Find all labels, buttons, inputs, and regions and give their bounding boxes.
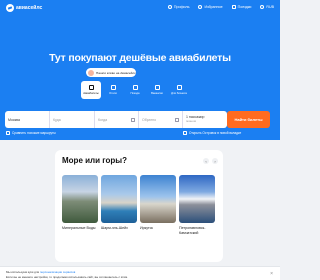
tab-business[interactable]: Для бизнеса [169,81,189,99]
close-icon[interactable]: × [270,271,273,277]
tab-trains[interactable]: Поезда [125,81,145,99]
promo-title: Море или горы? [62,156,127,165]
cookie-notice: Мы используем куки для персонализации се… [0,266,280,280]
prev-arrow-button[interactable]: ‹ [203,158,209,164]
passengers-field[interactable]: 1 пассажир эконом [183,111,227,128]
avatar [88,69,94,76]
bed-icon [110,85,116,90]
hero-promo-pill[interactable]: Нашли клёво на Авиасейлс [86,68,136,77]
cookie-notice-line2: Если вы не меняете настройки, то продолж… [6,275,128,279]
destination-name[interactable]: Минеральные Воды [62,226,98,235]
destination-photo-kamchatka[interactable] [179,175,215,223]
briefcase-icon [231,5,236,9]
briefcase-icon [154,85,160,90]
service-tabs: Авиабилеты Отели Поезда Вакансии Для биз… [81,81,189,99]
hero-title: Тут покупают дешёвые авиабилеты [49,52,231,64]
favorites-link[interactable]: Избранное [198,5,223,9]
person-icon [167,5,172,9]
profile-link[interactable]: Профиль [167,5,189,9]
destination-name[interactable]: Шарм-эль-Шейх [101,226,137,235]
promo-card: Море или горы? ‹ › Минеральные Воды Шарм… [55,150,223,262]
brand-name: авиасейлс [16,5,43,11]
origin-field[interactable]: Москва [5,111,50,128]
currency-selector[interactable]: RUB [260,5,274,9]
cookie-notice-line1: Мы используем куки для персонализации се… [6,270,76,274]
search-form: Москва Куда Когда Обратно 1 пассажир эко… [5,111,227,128]
plane-icon [88,85,94,90]
heart-icon [198,5,203,9]
currency-icon [260,5,265,9]
calendar-icon [175,117,179,122]
compare-routes-option[interactable]: Сравнить похожие маршруты [6,131,56,135]
destination-photo-irkutsk[interactable] [140,175,176,223]
next-arrow-button[interactable]: › [212,158,218,164]
brand-logo[interactable]: авиасейлс [6,4,42,12]
calendar-icon [131,117,135,122]
destination-field[interactable]: Куда [50,111,95,128]
tab-hotels[interactable]: Отели [103,81,123,99]
return-date-field[interactable]: Обратно [139,111,183,128]
tab-vacancies[interactable]: Вакансии [147,81,167,99]
destination-photo-mineralnye-vody[interactable] [62,175,98,223]
building-icon [176,85,182,90]
destination-name[interactable]: Иркутск [140,226,176,235]
checkbox-icon [6,131,10,135]
top-bar: авиасейлс Профиль Избранное Поездки RUB [0,0,280,16]
date-field[interactable]: Когда [95,111,139,128]
tab-flights[interactable]: Авиабилеты [81,81,101,99]
destination-photo-sharm[interactable] [101,175,137,223]
find-tickets-button[interactable]: Найти билеты [227,111,270,128]
cookie-policy-link[interactable]: персонализации сервисов [40,270,75,274]
checkbox-icon [183,131,187,135]
train-icon [132,85,138,90]
trips-link[interactable]: Поездки [231,5,251,9]
open-booking-option[interactable]: Открыть Островок в новой вкладке [183,131,241,135]
plane-logo-icon [6,4,14,12]
hero-banner: авиасейлс Профиль Избранное Поездки RUB … [0,0,280,140]
destination-name[interactable]: Петропавловск-Камчатский [179,226,215,235]
